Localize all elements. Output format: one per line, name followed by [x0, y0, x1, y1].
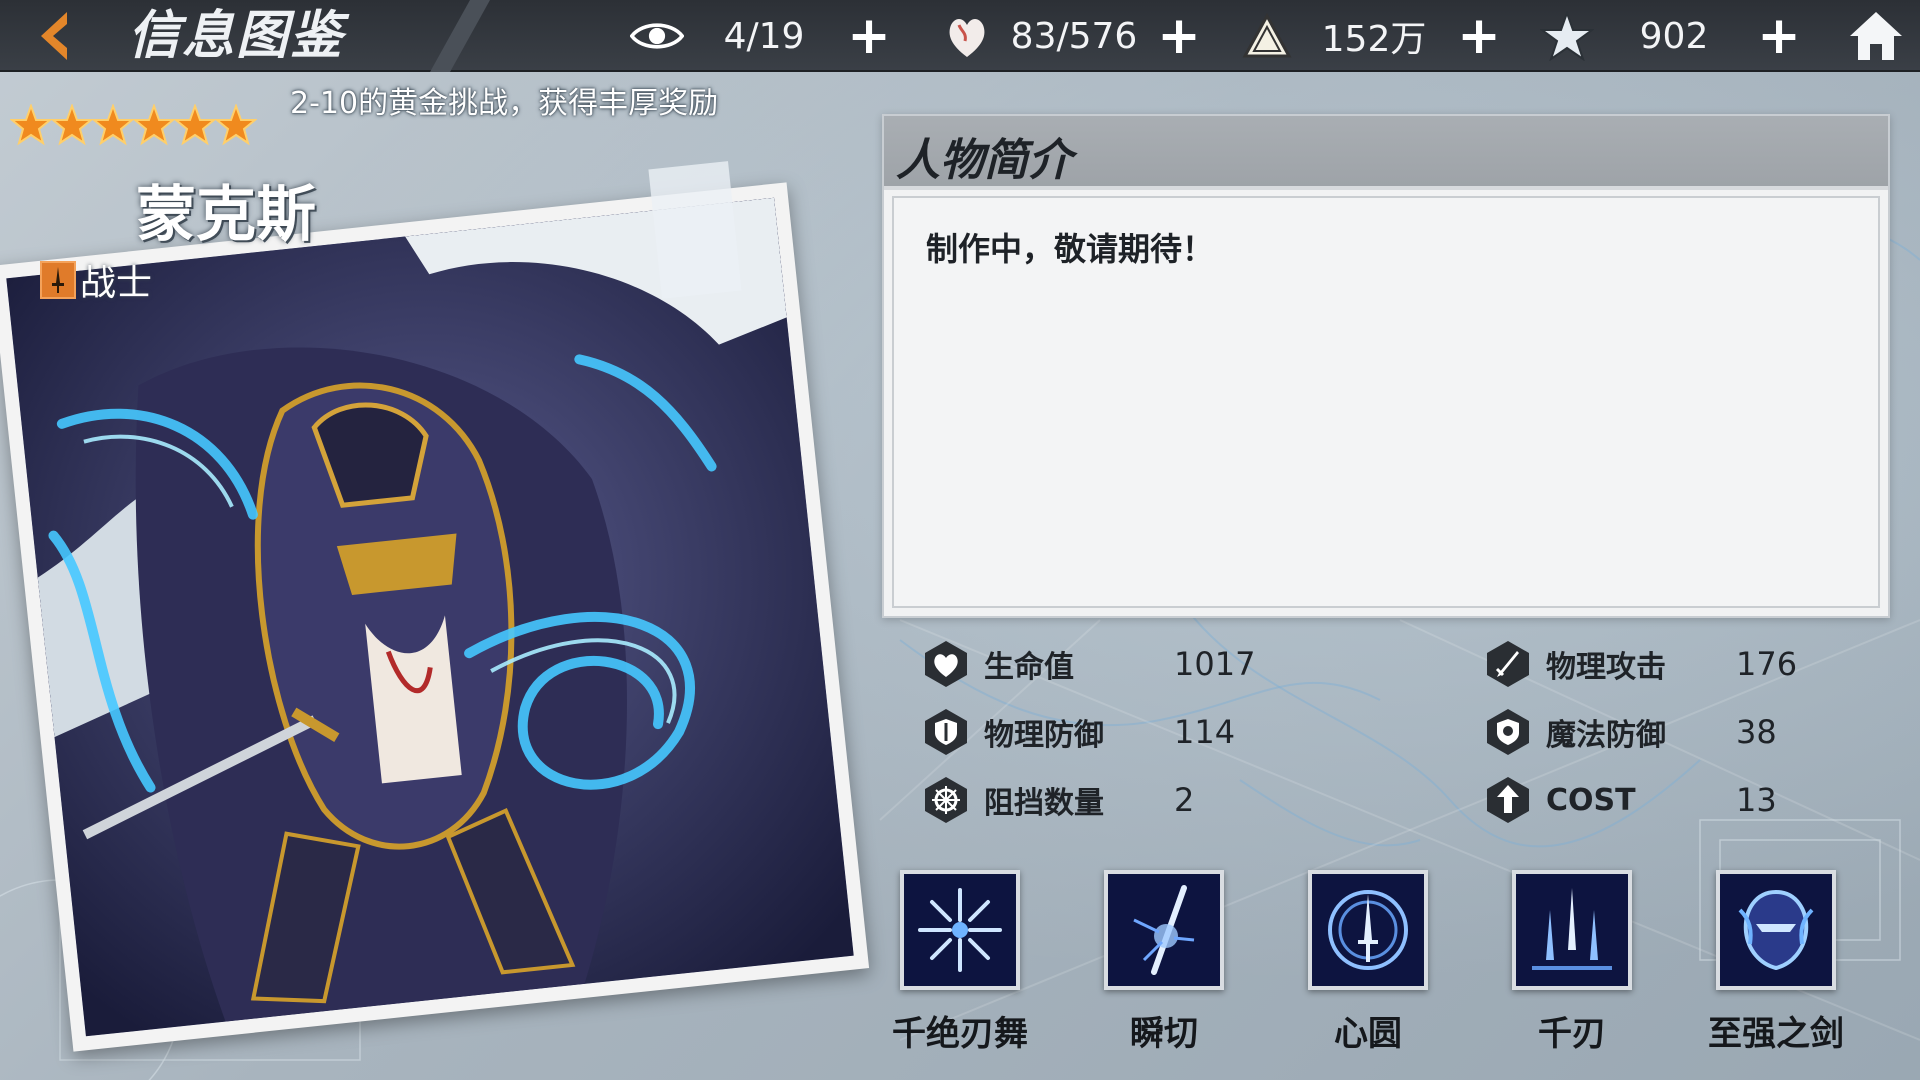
skill-slot[interactable]: 至强之剑 [1696, 870, 1856, 1055]
slash-icon[interactable] [1104, 870, 1224, 990]
star-crystal-icon [1540, 9, 1594, 63]
star-icon [51, 104, 93, 146]
resource-stamina: 83/576 + [940, 0, 1204, 72]
character-name: 蒙克斯 [136, 180, 316, 250]
page-title: 信息图鉴 [128, 6, 345, 66]
star-icon [174, 104, 216, 146]
back-button[interactable] [18, 6, 88, 66]
stat-physical-attack: 物理攻击 176 [1484, 636, 1797, 692]
sword-class-icon [40, 261, 76, 299]
stat-value: 1017 [1174, 645, 1256, 683]
resource-gold: 152万 + [1240, 0, 1504, 72]
rarity-stars [10, 104, 257, 146]
profile-header: 人物简介 [884, 116, 1888, 190]
resource-crystal: 902 + [1540, 0, 1804, 72]
block-icon [922, 774, 970, 826]
stat-value: 176 [1736, 645, 1798, 683]
eye-icon [630, 9, 684, 63]
magic-shield-icon [1484, 706, 1532, 758]
sword-circle-icon[interactable] [1308, 870, 1428, 990]
add-views-button[interactable]: + [844, 0, 894, 72]
profile-panel: 人物简介 制作中，敬请期待！ [882, 114, 1890, 618]
stat-value: 38 [1736, 713, 1777, 751]
skill-slot[interactable]: 瞬切 [1084, 870, 1244, 1055]
tape-decoration [648, 161, 742, 299]
character-portrait-card [0, 182, 870, 1052]
stat-block-count: 阻挡数量 2 [922, 772, 1194, 828]
top-bar: 信息图鉴 4/19 + 83/576 + 152万 + 902 + [0, 0, 1920, 72]
stat-label: COST [1546, 782, 1636, 818]
stat-value: 2 [1174, 781, 1195, 819]
skill-name: 至强之剑 [1708, 1014, 1844, 1054]
cost-icon [1484, 774, 1532, 826]
add-gold-button[interactable]: + [1454, 0, 1504, 72]
skill-name: 千绝刃舞 [892, 1014, 1028, 1054]
character-illustration [6, 197, 854, 1037]
event-banner-text[interactable]: 2-10的黄金挑战，获得丰厚奖励 [290, 78, 718, 122]
stamina-value: 83/576 [1010, 15, 1138, 57]
profile-body: 制作中，敬请期待！ [892, 196, 1880, 608]
stat-label: 阻挡数量 [984, 786, 1104, 821]
back-arrow-icon [41, 12, 67, 60]
stat-cost: COST 13 [1484, 772, 1777, 828]
stat-label: 物理攻击 [1546, 650, 1666, 685]
armored-helm-icon[interactable] [1716, 870, 1836, 990]
views-value: 4/19 [723, 15, 805, 57]
star-icon [92, 104, 134, 146]
stat-magic-defense: 魔法防御 38 [1484, 704, 1777, 760]
skill-name: 千刃 [1538, 1014, 1606, 1054]
home-icon [1850, 12, 1902, 60]
skill-slot[interactable]: 心圆 [1288, 870, 1448, 1055]
skill-slot[interactable]: 千刃 [1492, 870, 1652, 1055]
add-stamina-button[interactable]: + [1154, 0, 1204, 72]
stat-value: 114 [1174, 713, 1236, 751]
stat-label: 生命值 [984, 650, 1074, 685]
crystal-value: 902 [1639, 15, 1709, 57]
heart-shield-icon [922, 638, 970, 690]
star-icon [10, 104, 52, 146]
stat-label: 魔法防御 [1546, 718, 1666, 753]
profile-text: 制作中，敬请期待！ [926, 230, 1215, 268]
skill-slot[interactable]: 千绝刃舞 [880, 870, 1040, 1055]
star-icon [133, 104, 175, 146]
triangle-coin-icon [1240, 9, 1294, 63]
title-decoration [430, 0, 490, 72]
game-screen: 信息图鉴 4/19 + 83/576 + 152万 + 902 + 2-10的黄… [0, 0, 1920, 1080]
stat-physical-defense: 物理防御 114 [922, 704, 1235, 760]
resource-views: 4/19 + [630, 0, 894, 72]
star-icon [215, 104, 257, 146]
burst-blades-icon[interactable] [900, 870, 1020, 990]
sword-shield-icon [1484, 638, 1532, 690]
skill-name: 心圆 [1334, 1014, 1402, 1054]
stat-label: 物理防御 [984, 718, 1104, 753]
shield-icon [922, 706, 970, 758]
gold-value: 152万 [1321, 19, 1427, 60]
class-label: 战士 [80, 263, 153, 304]
three-blades-icon[interactable] [1512, 870, 1632, 990]
heart-flame-icon [940, 9, 994, 63]
home-button[interactable] [1846, 6, 1906, 66]
profile-title: 人物简介 [896, 135, 1072, 186]
skill-name: 瞬切 [1130, 1014, 1198, 1054]
class-badge: 战士 [40, 254, 152, 306]
stat-hp: 生命值 1017 [922, 636, 1255, 692]
stat-value: 13 [1736, 781, 1777, 819]
add-crystal-button[interactable]: + [1754, 0, 1804, 72]
